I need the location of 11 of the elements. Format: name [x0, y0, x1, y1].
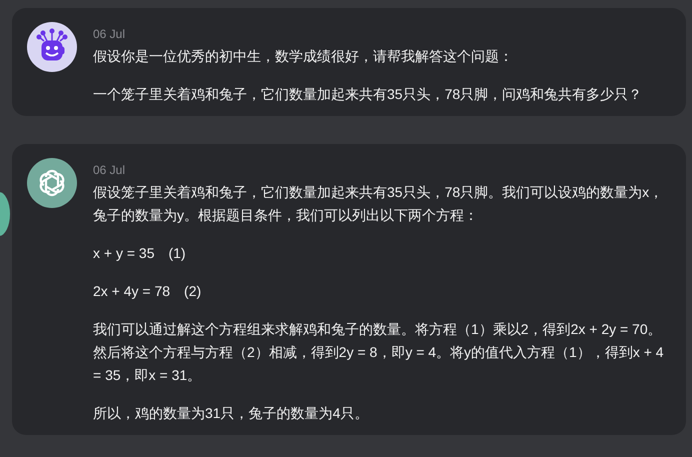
message-text: 假设笼子里关着鸡和兔子，它们数量加起来共有35只头，78只脚。我们可以设鸡的数量为x，兔子的数量为y。根据题目条件，我们可以列出以下两个方程： — [93, 183, 664, 225]
message-text: 所以，鸡的数量为31只，兔子的数量为4只。 — [93, 404, 370, 423]
message-text: 2x + 4y = 78 (2) — [93, 282, 202, 301]
message-text: 一个笼子里关着鸡和兔子，它们数量加起来共有35只头，78只脚，问鸡和兔共有多少只？ — [93, 85, 644, 104]
message-date: 06 Jul — [93, 27, 126, 41]
message-text: 我们可以通过解这个方程组来求解鸡和兔子的数量。将方程（1）乘以2，得到2x + 2y = 70。然后将这个方程与方程（2）相减，得到2y = 8，即y = 4。将y的值代入方程（1），得到x + 4 = 35，即x = 31。 — [93, 320, 665, 385]
robot-head-icon — [27, 22, 77, 72]
knot-logo-icon — [27, 158, 77, 208]
message-date: 06 Jul — [93, 163, 126, 177]
message-text: x + y = 35 (1) — [93, 244, 187, 263]
message-text: 假设你是一位优秀的初中生，数学成绩很好，请帮我解答这个问题： — [93, 47, 514, 66]
